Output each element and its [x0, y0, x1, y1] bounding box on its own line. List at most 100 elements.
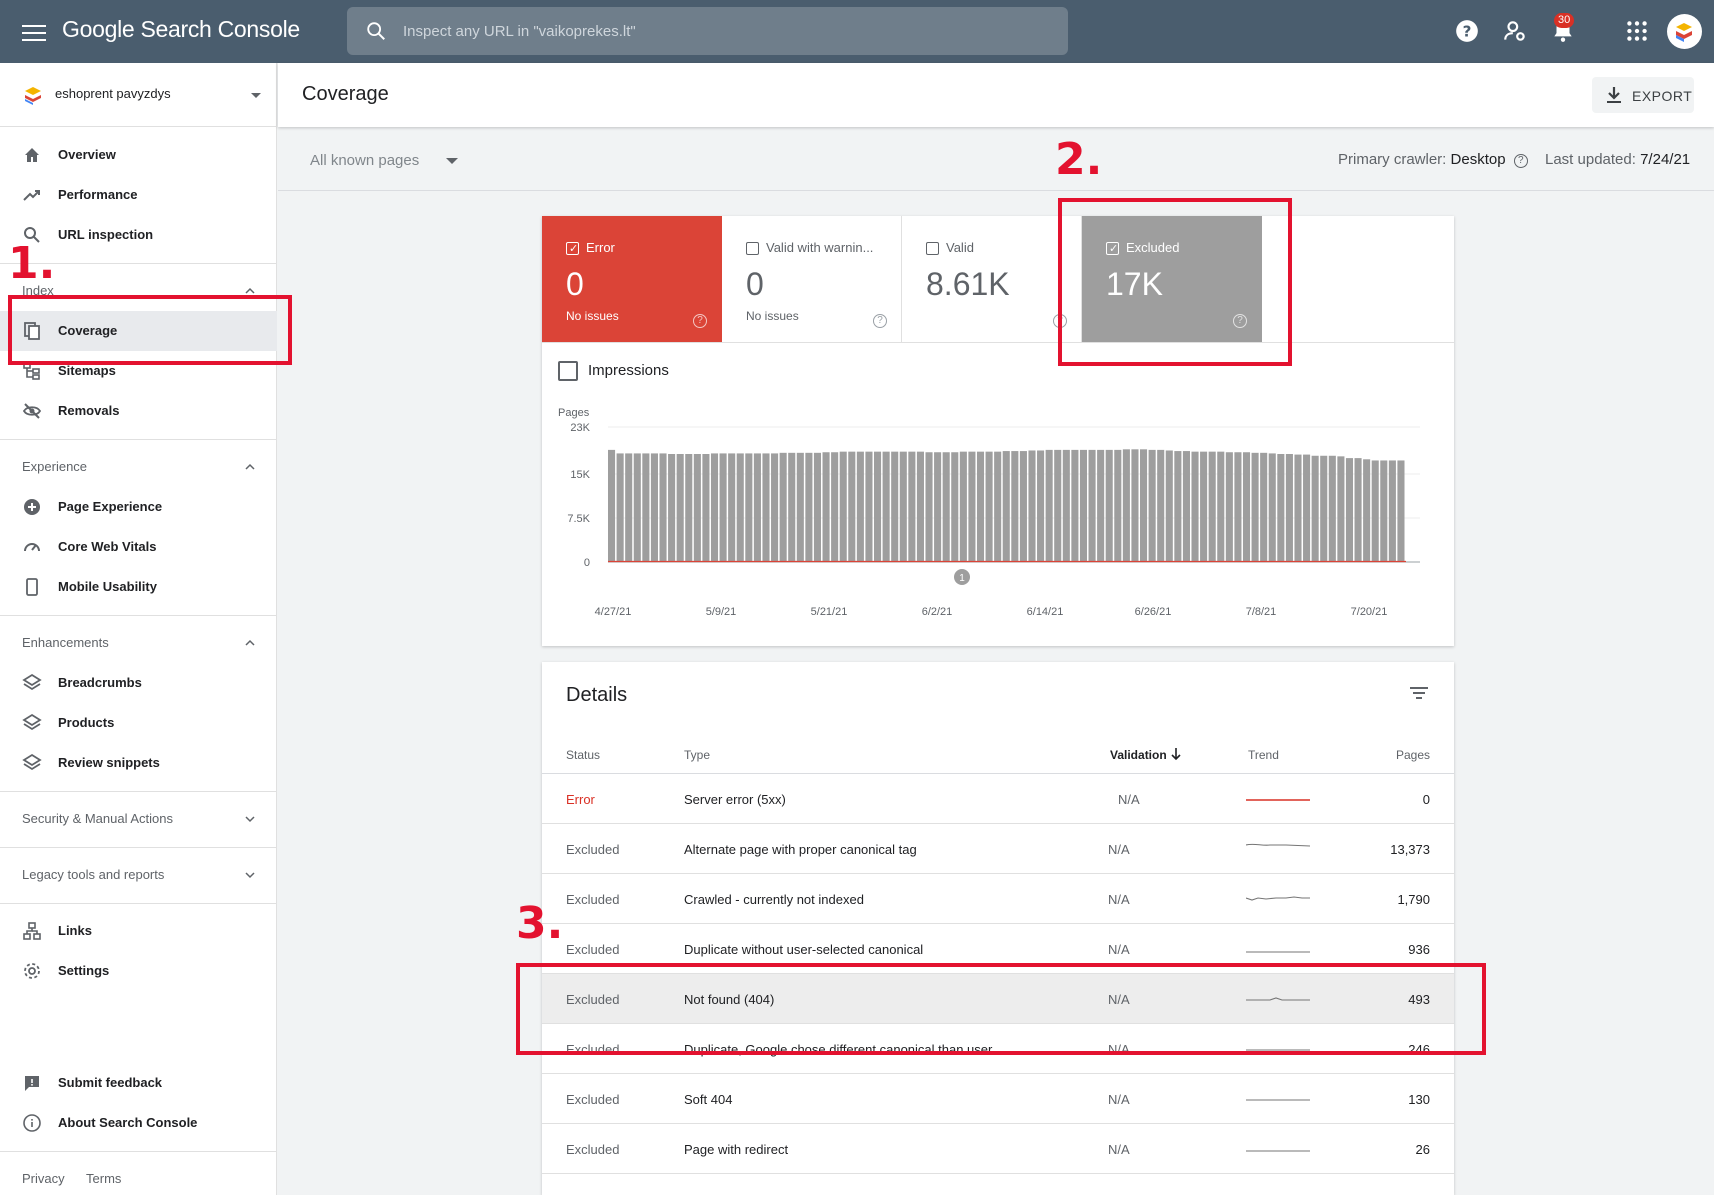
- help-icon[interactable]: ?: [873, 314, 887, 328]
- terms-link[interactable]: Terms: [86, 1171, 121, 1186]
- sidebar-item-removals[interactable]: Removals: [0, 391, 277, 431]
- account-avatar[interactable]: [1667, 14, 1702, 49]
- table-header: Status Type Validation Trend Pages: [542, 734, 1454, 774]
- row-validation: N/A: [1108, 892, 1130, 907]
- page-header: Coverage EXPORT: [278, 63, 1714, 127]
- table-row[interactable]: Excluded Crawled - currently not indexed N…: [542, 874, 1454, 924]
- sidebar-item-products[interactable]: Products: [0, 703, 277, 743]
- export-button[interactable]: EXPORT: [1592, 77, 1694, 113]
- chart-bar: [642, 453, 650, 562]
- tile-valid[interactable]: Valid 8.61K ?: [902, 216, 1082, 343]
- chart-bar: [874, 451, 882, 562]
- trend-sparkline: [1246, 799, 1310, 801]
- table-row[interactable]: Error Server error (5xx) N/A 0: [542, 774, 1454, 824]
- property-selector[interactable]: eshoprent pavyzdys: [0, 63, 277, 127]
- row-status: Excluded: [566, 992, 620, 1007]
- table-row[interactable]: Excluded Page with redirect N/A 26: [542, 1124, 1454, 1174]
- tile-label: Excluded: [1126, 240, 1180, 255]
- app-logo[interactable]: Google Search Console: [62, 16, 300, 43]
- section-experience[interactable]: Experience: [0, 447, 277, 487]
- chart-bar: [1131, 449, 1139, 562]
- y-tick-label: 0: [584, 557, 590, 569]
- sidebar-item-review-snippets[interactable]: Review snippets: [0, 743, 277, 783]
- sidebar-item-sitemaps[interactable]: Sitemaps: [0, 351, 277, 391]
- chart-bar: [745, 453, 753, 562]
- chart-bar: [736, 453, 744, 562]
- sidebar-item-label: Breadcrumbs: [58, 675, 142, 690]
- help-icon[interactable]: ?: [693, 314, 707, 328]
- chart-bar: [968, 451, 976, 562]
- url-inspect-input[interactable]: [403, 7, 1043, 55]
- sidebar-item-breadcrumbs[interactable]: Breadcrumbs: [0, 663, 277, 703]
- coverage-chart: Pages 23K 15K 7.5K 0 4/27/21 5/9/21 5/21/21 6/2/…: [558, 407, 1420, 618]
- tile-valid-with-warnings[interactable]: Valid with warnin... 0 No issues ?: [722, 216, 902, 343]
- chart-bar: [1277, 454, 1285, 562]
- tile-label: Valid: [946, 240, 974, 255]
- table-row[interactable]: Excluded Not found (404) N/A 493: [542, 974, 1454, 1024]
- divider: [1262, 342, 1454, 343]
- divider: [0, 903, 277, 904]
- sidebar-item-core-web-vitals[interactable]: Core Web Vitals: [0, 527, 277, 567]
- arrow-down-icon[interactable]: [1170, 747, 1182, 761]
- chart-bar: [1114, 449, 1122, 562]
- row-status: Error: [566, 792, 595, 807]
- section-security-manual-actions[interactable]: Security & Manual Actions: [0, 799, 277, 839]
- section-legacy-tools[interactable]: Legacy tools and reports: [0, 855, 277, 895]
- help-icon[interactable]: ?: [1053, 314, 1067, 328]
- sidebar-item-about[interactable]: About Search Console: [0, 1103, 277, 1143]
- chart-bar: [762, 453, 770, 562]
- chart-bar: [1328, 455, 1336, 562]
- column-header-trend[interactable]: Trend: [1248, 748, 1279, 762]
- menu-icon[interactable]: [22, 21, 46, 41]
- apps-grid-icon[interactable]: [1624, 18, 1650, 44]
- annotation-number: 3.: [516, 898, 564, 949]
- layers-icon: [22, 713, 42, 731]
- sidebar-item-submit-feedback[interactable]: Submit feedback: [0, 1063, 277, 1103]
- url-inspect-search[interactable]: [347, 7, 1068, 55]
- filter-icon[interactable]: [1408, 684, 1430, 702]
- chart-bar: [1002, 451, 1010, 562]
- page-filter-dropdown[interactable]: All known pages: [310, 152, 419, 169]
- column-header-type[interactable]: Type: [684, 748, 710, 762]
- details-title: Details: [566, 684, 628, 706]
- layers-icon: [22, 673, 42, 691]
- sidebar-item-label: URL inspection: [58, 227, 154, 242]
- divider: [0, 847, 277, 848]
- chart-bar: [994, 451, 1002, 562]
- chart-bar: [1260, 452, 1268, 562]
- table-row[interactable]: Excluded Duplicate, Google chose differen…: [542, 1024, 1454, 1074]
- table-row[interactable]: Excluded Duplicate without user-selected …: [542, 924, 1454, 974]
- tile-error[interactable]: ✓ Error 0 No issues ?: [542, 216, 722, 343]
- tile-excluded[interactable]: ✓ Excluded 17K ?: [1082, 216, 1262, 343]
- column-header-validation[interactable]: Validation: [1110, 748, 1167, 762]
- sidebar-item-links[interactable]: Links: [0, 911, 277, 951]
- help-icon[interactable]: ?: [1454, 18, 1480, 44]
- chevron-down-icon[interactable]: [251, 93, 261, 98]
- y-tick-label: 7.5K: [567, 513, 590, 525]
- privacy-link[interactable]: Privacy: [22, 1171, 65, 1186]
- help-icon[interactable]: ?: [1233, 314, 1247, 328]
- sidebar-item-coverage[interactable]: Coverage: [0, 311, 277, 351]
- sidebar-item-settings[interactable]: Settings: [0, 951, 277, 991]
- sidebar-item-page-experience[interactable]: Page Experience: [0, 487, 277, 527]
- help-icon[interactable]: ?: [1513, 154, 1528, 168]
- section-title: Security & Manual Actions: [22, 811, 174, 826]
- chart-bar: [1037, 450, 1045, 562]
- column-header-status[interactable]: Status: [566, 748, 600, 762]
- chevron-down-icon[interactable]: [446, 158, 458, 164]
- table-row[interactable]: Excluded Soft 404 N/A 130: [542, 1074, 1454, 1124]
- table-row[interactable]: Excluded Alternate page with proper canon…: [542, 824, 1454, 874]
- chart-bar: [1045, 449, 1053, 562]
- tile-subtitle: No issues: [746, 309, 799, 323]
- sidebar-item-overview[interactable]: Overview: [0, 135, 277, 175]
- column-header-pages[interactable]: Pages: [1396, 748, 1430, 762]
- section-enhancements[interactable]: Enhancements: [0, 623, 277, 663]
- user-settings-icon[interactable]: [1502, 18, 1528, 44]
- row-pages: 13,373: [1390, 842, 1430, 857]
- section-title: Experience: [22, 459, 88, 474]
- trend-sparkline: [1246, 843, 1310, 847]
- sidebar-item-mobile-usability[interactable]: Mobile Usability: [0, 567, 277, 607]
- chart-bar: [1028, 450, 1036, 562]
- sidebar-item-performance[interactable]: Performance: [0, 175, 277, 215]
- sidebar-item-label: Core Web Vitals: [58, 539, 157, 554]
